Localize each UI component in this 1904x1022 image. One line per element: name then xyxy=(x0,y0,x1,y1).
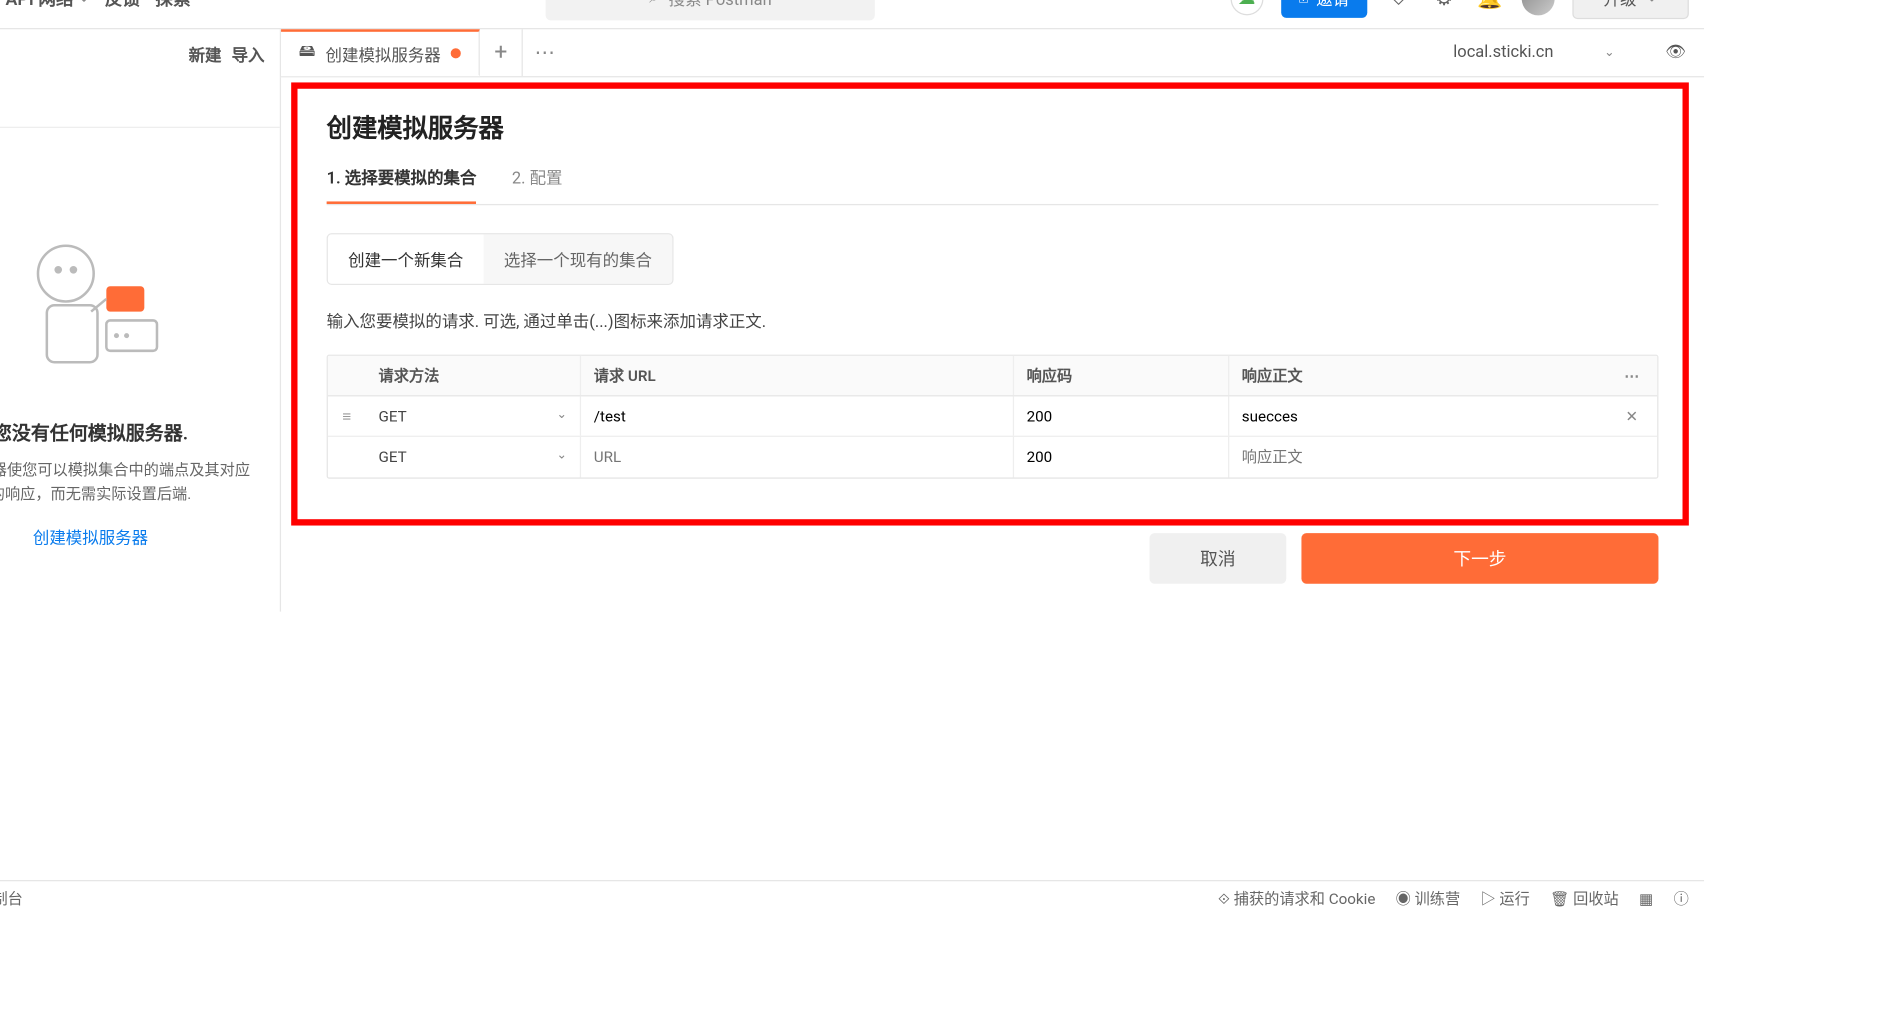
help-icon[interactable]: ⓘ xyxy=(1674,888,1689,910)
avatar[interactable] xyxy=(1521,0,1554,15)
url-input[interactable] xyxy=(594,448,1000,466)
th-body: 响应正文 xyxy=(1229,356,1606,395)
empty-title: 您没有任何模拟服务器. xyxy=(0,419,188,446)
tab-create-mock[interactable]: 🖴 创建模拟服务器 xyxy=(281,29,480,76)
row-delete-button[interactable]: ✕ xyxy=(1607,396,1658,435)
tab-options-button[interactable]: ⋯ xyxy=(523,29,566,76)
chevron-down-icon: ⌄ xyxy=(1604,46,1615,60)
subtab-new-collection[interactable]: 创建一个新集合 xyxy=(328,234,484,283)
search-icon: ⌕ xyxy=(649,0,658,8)
layout-icon[interactable]: ▦ xyxy=(1639,890,1653,908)
statusbar: ▥ ⌕ 查找和替换 ▢ 控制台 ⟐ 捕获的请求和 Cookie ◉ 训练营 ▷ … xyxy=(0,880,1704,915)
nav-feedback[interactable]: 反馈 xyxy=(105,0,140,11)
search-input[interactable]: ⌕ 搜索 Postman xyxy=(546,0,875,20)
method-select[interactable]: GET⌄ xyxy=(379,407,568,425)
empty-description: 模拟服务器使您可以模拟集合中的端点及其对应的响应，而无需实际设置后端. xyxy=(0,458,280,507)
console-button[interactable]: ▢ 控制台 xyxy=(0,888,23,910)
step-select-collection[interactable]: 1. 选择要模拟的集合 xyxy=(327,165,477,204)
subtab-existing-collection[interactable]: 选择一个现有的集合 xyxy=(484,234,673,283)
th-code: 响应码 xyxy=(1014,356,1229,395)
new-tab-button[interactable]: + xyxy=(480,29,523,76)
code-input[interactable] xyxy=(1027,448,1216,466)
workspace-selector[interactable]: ⚭ scblogs 新建 导入 xyxy=(0,29,281,77)
sidebar-panel: + ☰ 您没有任何模拟服务器. 模拟服务器使您可以模拟集合中的端点及其对应的响应… xyxy=(0,77,281,611)
nav-explore[interactable]: 探索 xyxy=(155,0,190,11)
drag-handle-icon[interactable]: ≡ xyxy=(328,396,366,435)
import-button[interactable]: 导入 xyxy=(232,41,265,65)
requests-table: 请求方法 请求 URL 响应码 响应正文 ⋯ ≡ GET⌄ ✕ GET⌄ xyxy=(327,355,1659,479)
bootcamp-button[interactable]: ◉ 训练营 xyxy=(1396,888,1461,910)
environment-selector[interactable]: local.sticki.cn ⌄ 👁 xyxy=(1436,29,1704,76)
create-mock-link[interactable]: 创建模拟服务器 xyxy=(33,525,148,549)
settings-icon[interactable]: ⚙ xyxy=(1430,0,1458,12)
body-input[interactable] xyxy=(1242,407,1594,425)
th-method: 请求方法 xyxy=(366,356,581,395)
th-url: 请求 URL xyxy=(581,356,1014,395)
url-input[interactable] xyxy=(594,407,1000,425)
trash-button[interactable]: 🗑 回收站 xyxy=(1550,888,1619,910)
sync-icon[interactable]: ☁ xyxy=(1230,0,1263,15)
eye-icon[interactable]: 👁 xyxy=(1665,43,1686,62)
nav-api-network[interactable]: API 网络⌄ xyxy=(6,0,90,11)
empty-illustration xyxy=(2,217,179,394)
new-button[interactable]: 新建 xyxy=(189,41,222,65)
table-row: ≡ GET⌄ ✕ xyxy=(328,396,1657,437)
next-button[interactable]: 下一步 xyxy=(1301,533,1658,584)
method-select[interactable]: GET⌄ xyxy=(379,448,568,466)
upgrade-button[interactable]: 升级⌄ xyxy=(1572,0,1689,19)
cancel-button[interactable]: 取消 xyxy=(1150,533,1287,584)
step-configure[interactable]: 2. 配置 xyxy=(512,165,563,204)
main-content: 创建模拟服务器 1. 选择要模拟的集合 2. 配置 创建一个新集合 选择一个现有… xyxy=(281,77,1704,611)
runner-button[interactable]: ▷ 运行 xyxy=(1480,888,1529,910)
notifications-icon[interactable]: 🔔 xyxy=(1476,0,1504,12)
invite-button[interactable]: ⍰邀请 xyxy=(1281,0,1367,18)
code-input[interactable] xyxy=(1027,407,1216,425)
table-more-button[interactable]: ⋯ xyxy=(1607,356,1658,395)
header: 首页 工作区⌄ API 网络⌄ 反馈 探索 ⌕ 搜索 Postman ☁ ⍰邀请… xyxy=(0,0,1704,29)
capture-icon[interactable]: ⟐ xyxy=(1385,0,1413,12)
page-title: 创建模拟服务器 xyxy=(327,108,1659,145)
cookies-button[interactable]: ⟐ 捕获的请求和 Cookie xyxy=(1218,888,1375,910)
table-row: GET⌄ xyxy=(328,437,1657,478)
body-input[interactable] xyxy=(1242,448,1594,466)
unsaved-dot-icon xyxy=(451,48,461,58)
server-icon: 🖴 xyxy=(299,39,316,67)
hint-text: 输入您要模拟的请求. 可选, 通过单击(...)图标来添加请求正文. xyxy=(327,308,1659,332)
